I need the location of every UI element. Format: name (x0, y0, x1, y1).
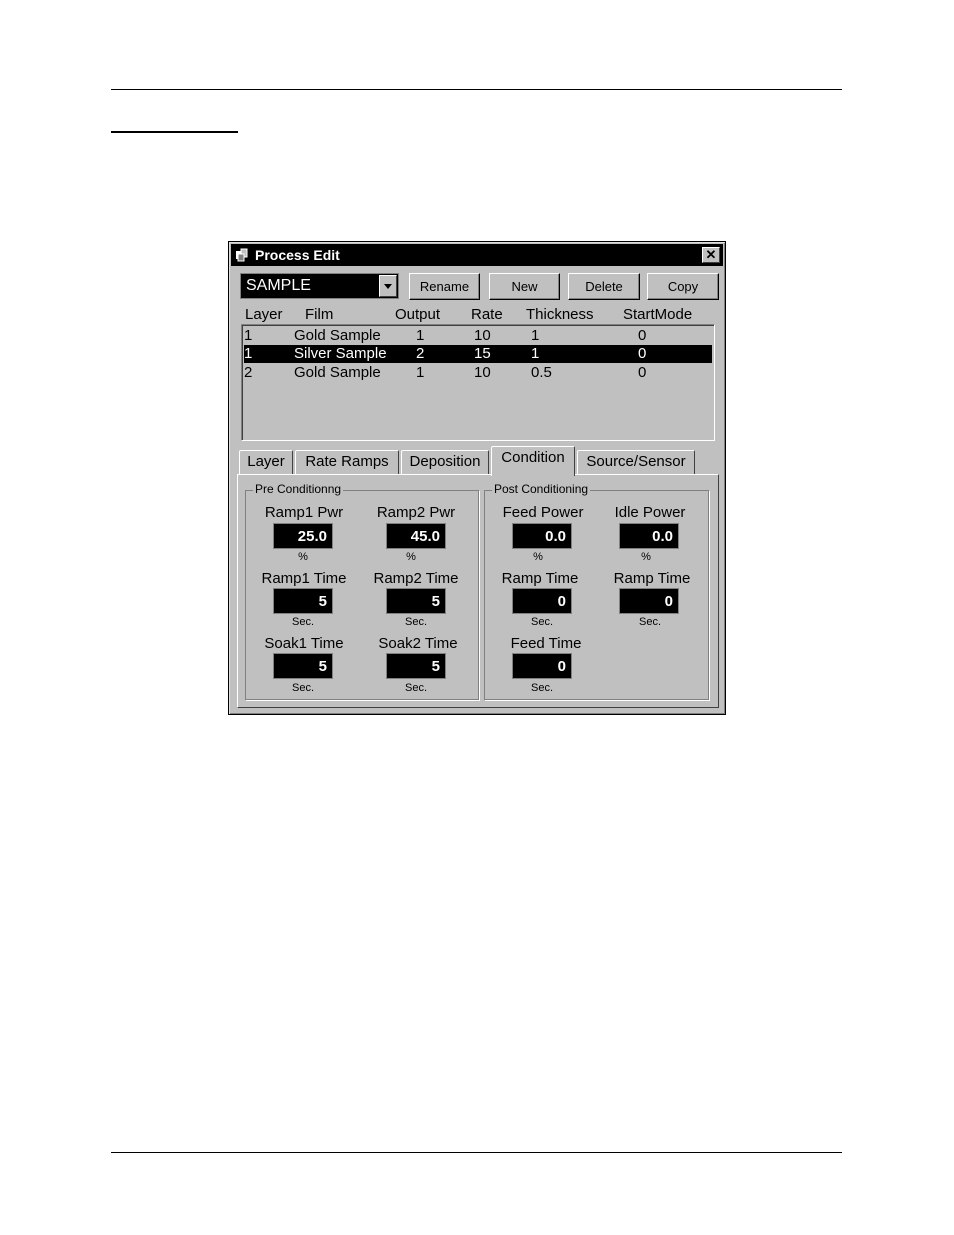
soak1-time-input[interactable]: 5 (273, 653, 333, 679)
idle-power-input[interactable]: 0.0 (619, 523, 679, 549)
column-header-startmode[interactable]: StartMode (623, 306, 692, 323)
tab-condition[interactable]: Condition (491, 446, 575, 476)
feed-time-unit: Sec. (530, 682, 553, 694)
ramp1-pwr-unit: % (298, 551, 308, 563)
table-row[interactable]: 1 Gold Sample 1 10 1 0 (244, 327, 712, 345)
top-rule (111, 89, 842, 90)
cell-startmode: 0 (638, 364, 647, 381)
cell-output: 1 (416, 364, 425, 381)
cell-layer: 2 (244, 364, 253, 381)
new-button[interactable]: New (489, 273, 560, 300)
cell-startmode: 0 (638, 345, 647, 362)
process-select[interactable]: SAMPLE (240, 273, 399, 299)
idle-ramp-time-input[interactable]: 0 (619, 588, 679, 614)
cell-rate: 10 (474, 364, 491, 381)
feed-ramp-time-unit: Sec. (530, 616, 553, 628)
heading-underline (111, 131, 238, 133)
idle-power-label: Idle Power (614, 504, 686, 521)
column-header-thickness[interactable]: Thickness (526, 306, 594, 323)
soak1-time-unit: Sec. (291, 682, 314, 694)
column-header-output[interactable]: Output (395, 306, 440, 323)
column-header-rate[interactable]: Rate (471, 306, 503, 323)
ramp2-pwr-unit: % (406, 551, 416, 563)
cell-film: Silver Sample (294, 345, 387, 362)
feed-power-unit: % (533, 551, 543, 563)
ramp1-pwr-input[interactable]: 25.0 (273, 523, 333, 549)
tab-deposition[interactable]: Deposition (401, 450, 489, 475)
app-icon (236, 248, 248, 262)
idle-ramp-time-label: Ramp Time (613, 570, 691, 587)
tab-layer[interactable]: Layer (239, 450, 293, 475)
cell-film: Gold Sample (294, 327, 381, 344)
feed-power-label: Feed Power (502, 504, 584, 521)
ramp2-time-label: Ramp2 Time (373, 570, 459, 587)
ramp2-pwr-input[interactable]: 45.0 (386, 523, 446, 549)
cell-output: 2 (416, 345, 425, 362)
cell-rate: 10 (474, 327, 491, 344)
rename-button[interactable]: Rename (409, 273, 480, 300)
ramp2-pwr-label: Ramp2 Pwr (376, 504, 456, 521)
ramp1-time-unit: Sec. (291, 616, 314, 628)
cell-thickness: 1 (531, 327, 540, 344)
cell-layer: 1 (244, 327, 253, 344)
column-header-layer[interactable]: Layer (245, 306, 283, 323)
pre-conditioning-title: Pre Conditionng (253, 482, 344, 496)
ramp2-time-unit: Sec. (404, 616, 427, 628)
cell-layer: 1 (244, 345, 253, 362)
feed-power-input[interactable]: 0.0 (512, 523, 572, 549)
title-bar[interactable]: Process Edit ✕ (231, 244, 723, 266)
table-row-selected[interactable]: 1 Silver Sample 2 15 1 0 (244, 345, 712, 363)
soak2-time-input[interactable]: 5 (386, 653, 446, 679)
ramp1-time-input[interactable]: 5 (273, 588, 333, 614)
soak1-time-label: Soak1 Time (264, 635, 344, 652)
tab-rate-ramps[interactable]: Rate Ramps (295, 450, 399, 475)
cell-rate: 15 (474, 345, 491, 362)
idle-ramp-time-unit: Sec. (638, 616, 661, 628)
ramp1-pwr-label: Ramp1 Pwr (264, 504, 344, 521)
ramp1-time-label: Ramp1 Time (261, 570, 347, 587)
soak2-time-unit: Sec. (404, 682, 427, 694)
soak2-time-label: Soak2 Time (378, 635, 458, 652)
idle-power-unit: % (641, 551, 651, 563)
copy-button[interactable]: Copy (647, 273, 719, 300)
process-select-value: SAMPLE (246, 277, 311, 294)
delete-button[interactable]: Delete (568, 273, 640, 300)
feed-time-input[interactable]: 0 (512, 653, 572, 679)
cell-film: Gold Sample (294, 364, 381, 381)
tab-source-sensor[interactable]: Source/Sensor (577, 450, 695, 475)
cell-thickness: 0.5 (531, 364, 552, 381)
feed-ramp-time-input[interactable]: 0 (512, 588, 572, 614)
window-title: Process Edit (255, 247, 340, 263)
process-edit-window: Process Edit ✕ SAMPLE Rename New Delete … (228, 241, 726, 715)
cell-startmode: 0 (638, 327, 647, 344)
ramp2-time-input[interactable]: 5 (386, 588, 446, 614)
cell-output: 1 (416, 327, 425, 344)
layer-list[interactable]: 1 Gold Sample 1 10 1 0 1 Silver Sample 2… (241, 324, 715, 441)
feed-ramp-time-label: Ramp Time (501, 570, 579, 587)
table-row[interactable]: 2 Gold Sample 1 10 0.5 0 (244, 364, 712, 382)
post-conditioning-title: Post Conditioning (492, 482, 591, 496)
cell-thickness: 1 (531, 345, 540, 362)
chevron-down-icon[interactable] (379, 275, 397, 297)
bottom-rule (111, 1152, 842, 1153)
feed-time-label: Feed Time (510, 635, 582, 652)
close-icon[interactable]: ✕ (702, 247, 720, 263)
column-header-film[interactable]: Film (305, 306, 333, 323)
